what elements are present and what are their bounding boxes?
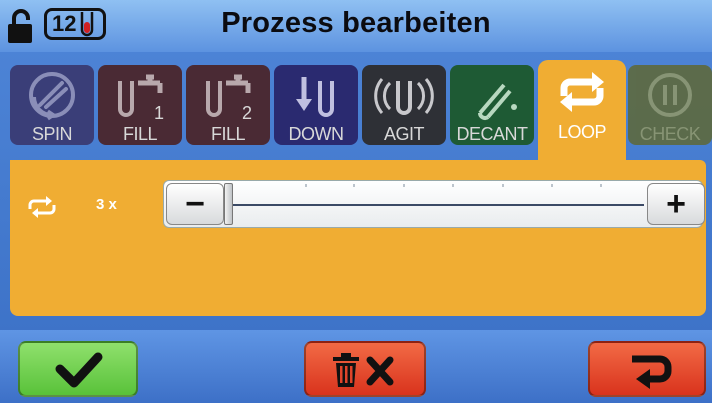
spin-icon	[29, 72, 75, 121]
tab-agit[interactable]: AGIT	[362, 65, 446, 145]
tab-label: DECANT	[456, 124, 528, 144]
tab-label: AGIT	[383, 124, 425, 144]
check-pause-icon	[648, 73, 692, 117]
checkmark-icon	[55, 352, 103, 388]
tab-decant[interactable]: DECANT	[450, 65, 534, 145]
slider-thumb[interactable]	[224, 183, 233, 225]
return-arrow-icon	[632, 355, 672, 389]
fill-badge: 2	[242, 103, 252, 123]
fill-1-icon: 1	[118, 74, 164, 123]
slider-tick	[403, 184, 405, 187]
fill-2-icon: 2	[206, 74, 252, 123]
header-bar: 12 Prozess bearbeiten	[0, 0, 712, 52]
tab-label: SPIN	[31, 124, 73, 144]
slider-tick	[353, 184, 355, 187]
tab-label: DOWN	[288, 124, 345, 144]
confirm-button[interactable]	[18, 341, 138, 397]
tab-label: FILL	[210, 124, 246, 144]
decrement-button[interactable]: −	[166, 183, 224, 225]
loop-icon	[28, 196, 56, 218]
fill-badge: 1	[154, 103, 164, 123]
tab-spin[interactable]: SPIN	[10, 65, 94, 145]
trash-x-icon	[333, 353, 394, 387]
agit-icon	[374, 78, 434, 115]
delete-button[interactable]	[304, 341, 426, 397]
screen: 12 Prozess bearbeiten SPIN 1 FILL 2 FILL…	[0, 0, 712, 403]
tab-down[interactable]: DOWN	[274, 65, 358, 145]
tab-label: CHECK	[639, 124, 701, 144]
tab-label: LOOP	[557, 122, 607, 142]
page-title: Prozess bearbeiten	[221, 7, 491, 39]
tab-check[interactable]: CHECK	[628, 65, 712, 145]
back-button[interactable]	[588, 341, 706, 397]
slider-tick	[305, 184, 307, 187]
loop-icon	[560, 72, 604, 112]
slider-tick	[452, 184, 454, 187]
decant-icon	[478, 83, 517, 120]
slider-rail	[232, 204, 644, 206]
slider-tick	[600, 184, 602, 187]
tab-fill-1[interactable]: 1 FILL	[98, 65, 182, 145]
tab-label: FILL	[122, 124, 158, 144]
slider-tick	[551, 184, 553, 187]
increment-button[interactable]: +	[647, 183, 705, 225]
loop-count-label: 3 x	[96, 196, 117, 213]
down-icon	[296, 77, 334, 117]
tab-fill-2[interactable]: 2 FILL	[186, 65, 270, 145]
slider-tick	[502, 184, 504, 187]
tab-loop[interactable]: LOOP	[538, 60, 626, 166]
